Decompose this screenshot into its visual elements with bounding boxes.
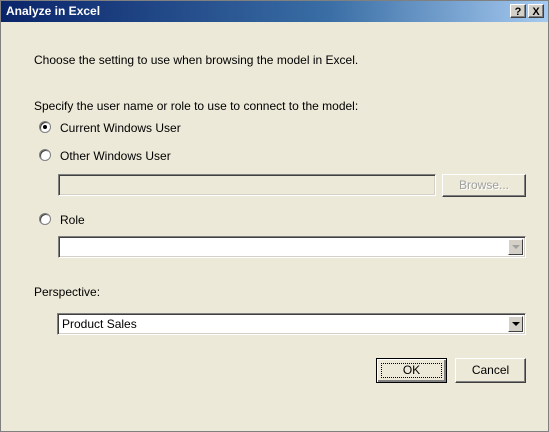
current-user-radio[interactable]: [39, 121, 51, 133]
radio-selected-dot: [43, 125, 47, 129]
perspective-dropdown[interactable]: Product Sales: [57, 313, 526, 335]
ok-button[interactable]: OK: [376, 358, 447, 383]
credentials-prompt: Specify the user name or role to use to …: [34, 99, 359, 113]
perspective-dropdown-value: Product Sales: [62, 317, 137, 331]
close-button[interactable]: X: [528, 4, 544, 18]
perspective-label: Perspective:: [34, 285, 101, 299]
chevron-down-icon[interactable]: [508, 316, 523, 332]
cancel-button-label: Cancel: [471, 363, 510, 377]
role-label[interactable]: Role: [60, 213, 85, 227]
ok-button-label: OK: [402, 363, 421, 377]
other-user-radio[interactable]: [39, 149, 51, 161]
browse-button[interactable]: Browse...: [442, 174, 526, 197]
window-title: Analyze in Excel: [6, 4, 101, 18]
role-dropdown[interactable]: [58, 236, 526, 258]
browse-button-label: Browse...: [458, 178, 509, 192]
cancel-button[interactable]: Cancel: [455, 358, 526, 383]
other-user-label[interactable]: Other Windows User: [60, 149, 171, 163]
title-bar: Analyze in Excel ? X: [1, 1, 548, 22]
help-button[interactable]: ?: [510, 4, 526, 18]
analyze-in-excel-dialog: Analyze in Excel ? X Choose the setting …: [0, 0, 549, 432]
role-radio[interactable]: [39, 213, 51, 225]
other-user-name-field[interactable]: [58, 174, 436, 196]
current-user-label[interactable]: Current Windows User: [60, 121, 181, 135]
intro-text: Choose the setting to use when browsing …: [34, 53, 359, 67]
chevron-down-icon[interactable]: [508, 239, 523, 255]
